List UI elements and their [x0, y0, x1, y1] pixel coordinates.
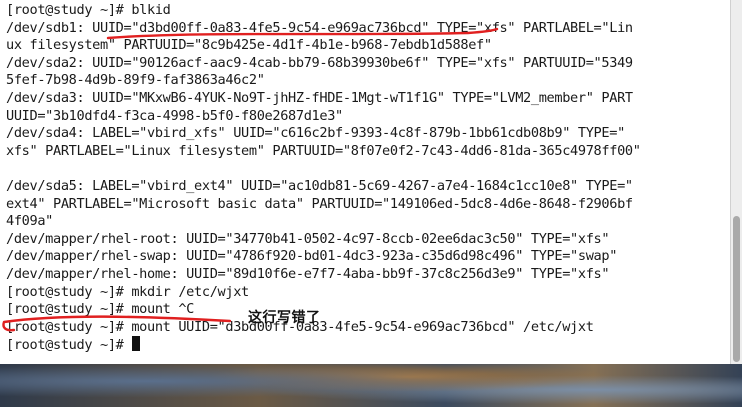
terminal-line: ext4" PARTLABEL="Microsoft basic data" P…: [6, 195, 633, 212]
terminal-line: 5fef-7b98-4d9b-89f9-faf3863a46c2": [6, 72, 265, 89]
terminal-line: [root@study ~]# blkid: [6, 2, 171, 18]
terminal-line: /dev/mapper/rhel-home: UUID="89d10f6e-e7…: [6, 265, 610, 282]
desktop-wallpaper: [0, 364, 742, 407]
terminal-line: /dev/mapper/rhel-root: UUID="34770b41-05…: [6, 230, 610, 247]
annotation-note: 这行写错了: [248, 310, 321, 326]
scrollbar-thumb[interactable]: [733, 216, 740, 362]
text-cursor: [132, 336, 141, 352]
terminal-line: [root@study ~]# mount ^C: [6, 301, 195, 318]
terminal-line: /dev/sda5: LABEL="vbird_ext4" UUID="ac10…: [6, 177, 633, 194]
terminal-line: /dev/mapper/rhel-swap: UUID="4786f920-bd…: [6, 248, 618, 265]
terminal-line: /dev/sda2: UUID="90126acf-aac9-4cab-bb79…: [6, 54, 633, 71]
terminal-line: UUID="3b10dfd4-f3ca-4998-b5f0-f80e2687d1…: [6, 107, 343, 124]
terminal-line: [root@study ~]# mkdir /etc/wjxt: [6, 283, 249, 300]
terminal-line: /dev/sda4: LABEL="vbird_xfs" UUID="c616c…: [6, 125, 625, 142]
terminal-window[interactable]: [root@study ~]# blkid /dev/sdb1: UUID="d…: [0, 0, 730, 364]
terminal-line: [root@study ~]# mount UUID="d3bd00ff-0a8…: [6, 318, 594, 335]
terminal-line: 4f09a": [6, 213, 54, 230]
terminal-line: ux filesystem" PARTUUID="8c9b425e-4d1f-4…: [6, 37, 492, 54]
terminal-line: /dev/sdb1: UUID="d3bd00ff-0a83-4fe5-9c54…: [6, 19, 633, 36]
terminal-prompt-line[interactable]: [root@study ~]#: [6, 336, 641, 354]
terminal-line: xfs" PARTLABEL="Linux filesystem" PARTUU…: [6, 142, 641, 159]
terminal-output: [root@study ~]# blkid /dev/sdb1: UUID="d…: [6, 2, 641, 354]
terminal-scrollbar[interactable]: [730, 0, 742, 364]
prompt-text: [root@study ~]#: [6, 337, 132, 354]
terminal-line: /dev/sda3: UUID="MKxwB6-4YUK-No9T-jhHZ-f…: [6, 89, 633, 106]
